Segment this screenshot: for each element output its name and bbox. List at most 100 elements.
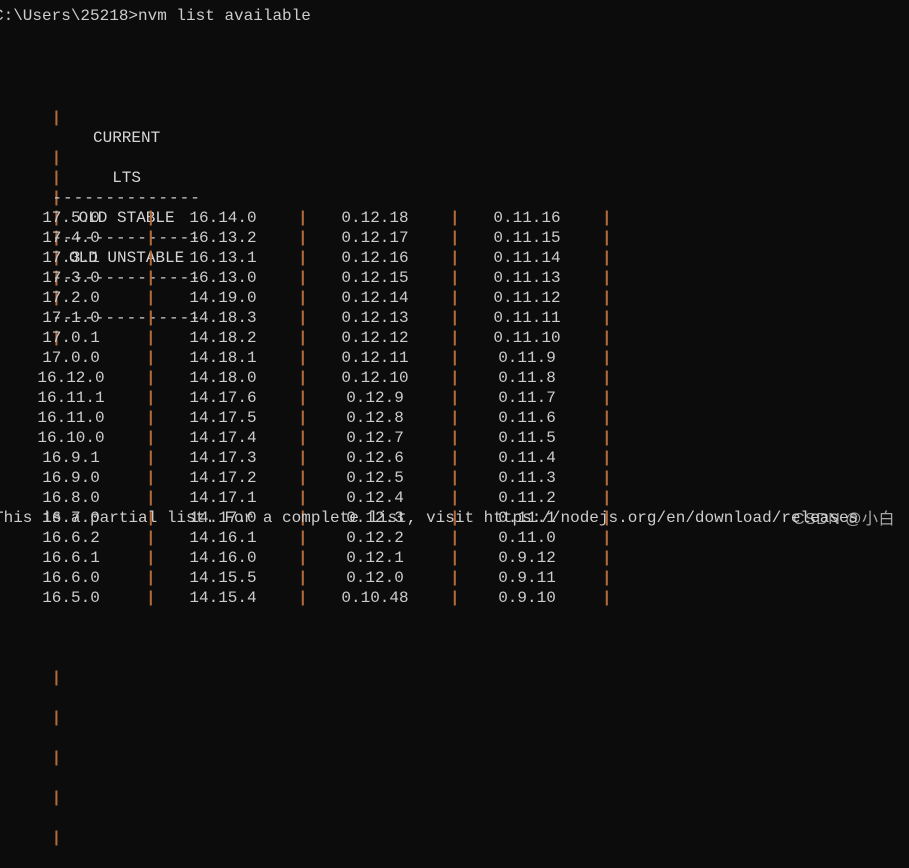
table-separator-3: | <box>51 789 62 807</box>
version-cell: 0.12.9 <box>346 389 404 407</box>
table-border-right: | <box>602 589 612 607</box>
version-cell: 0.11.9 <box>498 349 556 367</box>
version-cell: 0.12.15 <box>341 269 409 287</box>
table-border-right: | <box>602 229 612 247</box>
version-cell: 0.12.2 <box>346 529 404 547</box>
version-cell: 16.13.1 <box>189 249 257 267</box>
version-cell: 0.11.2 <box>498 489 556 507</box>
version-cell: 0.12.5 <box>346 469 404 487</box>
terminal-window[interactable]: C:\Users\25218>nvm list available | CURR… <box>0 0 909 847</box>
table-border-right: | <box>602 369 612 387</box>
version-cell: 0.12.12 <box>341 329 409 347</box>
table-row: |17.3.0|16.13.0|0.12.15|0.11.13| <box>0 268 612 288</box>
version-cell: 0.11.8 <box>498 369 556 387</box>
table-row: |16.11.1|14.17.6|0.12.9|0.11.7| <box>0 388 612 408</box>
version-cell: 17.0.1 <box>42 329 100 347</box>
version-cell: 0.11.7 <box>498 389 556 407</box>
version-cell: 14.17.5 <box>189 409 257 427</box>
pad-cell <box>52 808 202 828</box>
table-border-right: | <box>602 209 612 227</box>
table-bottom-pad-row: | | | | | <box>0 648 604 847</box>
table-border-right: | <box>602 529 612 547</box>
table-row: |17.4.0|16.13.2|0.12.17|0.11.15| <box>0 228 612 248</box>
version-cell: 14.15.5 <box>189 569 257 587</box>
table-row: |16.5.0|14.15.4|0.10.48|0.9.10| <box>0 588 612 608</box>
table-border-right: | <box>602 309 612 327</box>
version-cell: 0.12.11 <box>341 349 409 367</box>
table-border-right: | <box>602 549 612 567</box>
table-border-left: | <box>51 109 62 127</box>
version-cell: 14.18.0 <box>189 369 257 387</box>
table-border-right: | <box>602 349 612 367</box>
version-cell: 0.11.11 <box>493 309 561 327</box>
version-cell: 14.16.1 <box>189 529 257 547</box>
table-border-right: | <box>602 489 612 507</box>
version-cell: 14.17.2 <box>189 469 257 487</box>
version-cell: 0.12.6 <box>346 449 404 467</box>
version-cell: 16.8.0 <box>42 489 100 507</box>
nvm-version-table: | CURRENT | LTS | OLD STABLE | OLD UNSTA… <box>0 48 612 847</box>
version-cell: 0.11.3 <box>498 469 556 487</box>
version-cell: 0.9.11 <box>498 569 556 587</box>
table-border-right: | <box>602 389 612 407</box>
version-cell: 0.12.1 <box>346 549 404 567</box>
version-cell: 17.3.1 <box>42 249 100 267</box>
version-cell: 14.17.3 <box>189 449 257 467</box>
table-separator-1: | <box>51 709 62 727</box>
table-row: |16.9.0|14.17.2|0.12.5|0.11.3| <box>0 468 612 488</box>
version-cell: 16.11.0 <box>37 409 105 427</box>
version-cell: 0.11.5 <box>498 429 556 447</box>
version-cell: 17.4.0 <box>42 229 100 247</box>
partial-list-notice: This is a partial list. For a complete l… <box>0 509 859 527</box>
version-cell: 0.9.10 <box>498 589 556 607</box>
table-border-right: | <box>602 249 612 267</box>
version-cell: 16.11.1 <box>37 389 105 407</box>
version-cell: 17.5.0 <box>42 209 100 227</box>
table-border-right: | <box>602 269 612 287</box>
table-rule-row: | -------------- | -------------- | ----… <box>0 148 604 347</box>
version-cell: 0.11.10 <box>493 329 561 347</box>
version-cell: 0.12.16 <box>341 249 409 267</box>
version-cell: 16.6.2 <box>42 529 100 547</box>
table-body: | 17.5.0 | 16.14.0 | 0.12.18 | 0.11.16 | | 17.4.0 |… <box>0 208 612 608</box>
table-row: |16.10.0|14.17.4|0.12.7|0.11.5| <box>0 428 612 448</box>
table-row: |16.6.1|14.16.0|0.12.1|0.9.12| <box>0 548 612 568</box>
table-border-right: | <box>602 409 612 427</box>
version-cell: 14.17.4 <box>189 429 257 447</box>
table-border-right: | <box>602 469 612 487</box>
table-header-row: | CURRENT | LTS | OLD STABLE | OLD UNSTA… <box>0 88 604 287</box>
version-cell: 0.12.4 <box>346 489 404 507</box>
column-header-current: CURRENT <box>93 129 161 147</box>
table-row: |16.11.0|14.17.5|0.12.8|0.11.6| <box>0 408 612 428</box>
table-row: |16.6.2|14.16.1|0.12.2|0.11.0| <box>0 528 612 548</box>
pad-cell <box>52 728 202 748</box>
version-cell: 17.3.0 <box>42 269 100 287</box>
table-border-right: | <box>602 449 612 467</box>
table-border-right: | <box>51 829 62 847</box>
version-cell: 14.16.0 <box>189 549 257 567</box>
version-cell: 0.12.7 <box>346 429 404 447</box>
version-cell: 0.12.18 <box>341 209 409 227</box>
table-row: |16.12.0|14.18.0|0.12.10|0.11.8| <box>0 368 612 388</box>
version-cell: 14.19.0 <box>189 289 257 307</box>
version-cell: 14.17.6 <box>189 389 257 407</box>
version-cell: 0.11.13 <box>493 269 561 287</box>
version-cell: 0.11.14 <box>493 249 561 267</box>
version-cell: 14.17.1 <box>189 489 257 507</box>
version-cell: 0.12.13 <box>341 309 409 327</box>
table-border-right: | <box>602 569 612 587</box>
version-cell: 0.12.17 <box>341 229 409 247</box>
version-cell: 0.12.14 <box>341 289 409 307</box>
version-cell: 0.12.0 <box>346 569 404 587</box>
version-cell: 0.9.12 <box>498 549 556 567</box>
table-row: |17.0.1|14.18.2|0.12.12|0.11.10| <box>0 328 612 348</box>
version-cell: 16.12.0 <box>37 369 105 387</box>
table-row: |16.9.1|14.17.3|0.12.6|0.11.4| <box>0 448 612 468</box>
version-cell: 0.11.6 <box>498 409 556 427</box>
version-cell: 14.18.3 <box>189 309 257 327</box>
table-row: |17.5.0|16.14.0|0.12.18|0.11.16| <box>0 208 612 228</box>
version-cell: 17.1.0 <box>42 309 100 327</box>
pad-cell <box>52 688 202 708</box>
version-cell: 16.14.0 <box>189 209 257 227</box>
version-cell: 0.11.4 <box>498 449 556 467</box>
